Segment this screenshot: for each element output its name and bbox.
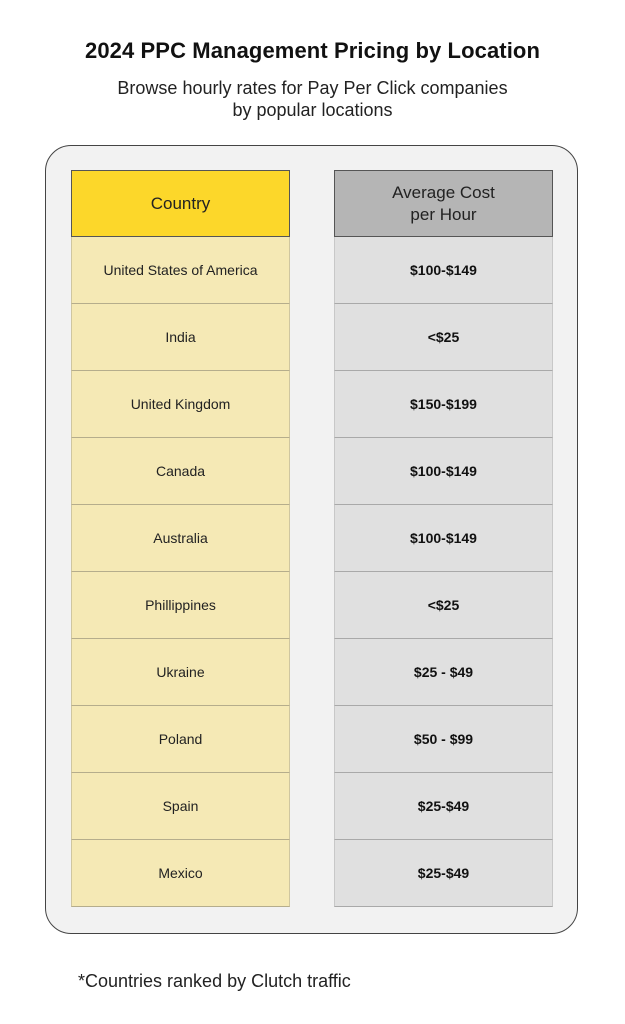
page-title: 2024 PPC Management Pricing by Location (84, 38, 541, 63)
country-cell: Ukraine (71, 639, 290, 706)
country-header: Country (71, 170, 290, 237)
cost-cell: $25-$49 (334, 840, 553, 907)
country-cell: Phillippines (71, 572, 290, 639)
country-cells: United States of America India United King… (71, 237, 290, 907)
cost-cell: $150-$199 (334, 371, 553, 438)
subtitle: Browse hourly rates for Pay Per Click co… (0, 77, 625, 121)
cost-cell: $25 - $49 (334, 639, 553, 706)
cost-header: Average Cost per Hour (334, 170, 553, 237)
footnote: *Countries ranked by Clutch traffic (78, 971, 351, 991)
country-cell: Poland (71, 706, 290, 773)
cost-cells: $100-$149 <$25 $150-$199 $100-$149 $100-$149… (334, 237, 553, 907)
cost-cell: $100-$149 (334, 237, 553, 304)
country-cell: Australia (71, 505, 290, 572)
country-column: Country United States of America India Uni… (71, 170, 290, 907)
country-cell: Mexico (71, 840, 290, 907)
country-cell: United States of America (71, 237, 290, 304)
country-cell: United Kingdom (71, 371, 290, 438)
country-cell: Canada (71, 438, 290, 505)
cost-header-line-2: per Hour (410, 204, 477, 224)
cost-cell: <$25 (334, 572, 553, 639)
country-cell: India (71, 304, 290, 371)
cost-cell: $25-$49 (334, 773, 553, 840)
cost-cell: $100-$149 (334, 438, 553, 505)
cost-header-line-1: Average Cost (392, 182, 495, 202)
cost-cell: $100-$149 (334, 505, 553, 572)
subtitle-line-1: Browse hourly rates for Pay Per Click co… (117, 78, 508, 98)
cost-column: Average Cost per Hour $100-$149 <$25 $150-… (334, 170, 553, 907)
subtitle-line-2: by popular locations (232, 100, 393, 120)
country-cell: Spain (71, 773, 290, 840)
cost-cell: $50 - $99 (334, 706, 553, 773)
cost-cell: <$25 (334, 304, 553, 371)
